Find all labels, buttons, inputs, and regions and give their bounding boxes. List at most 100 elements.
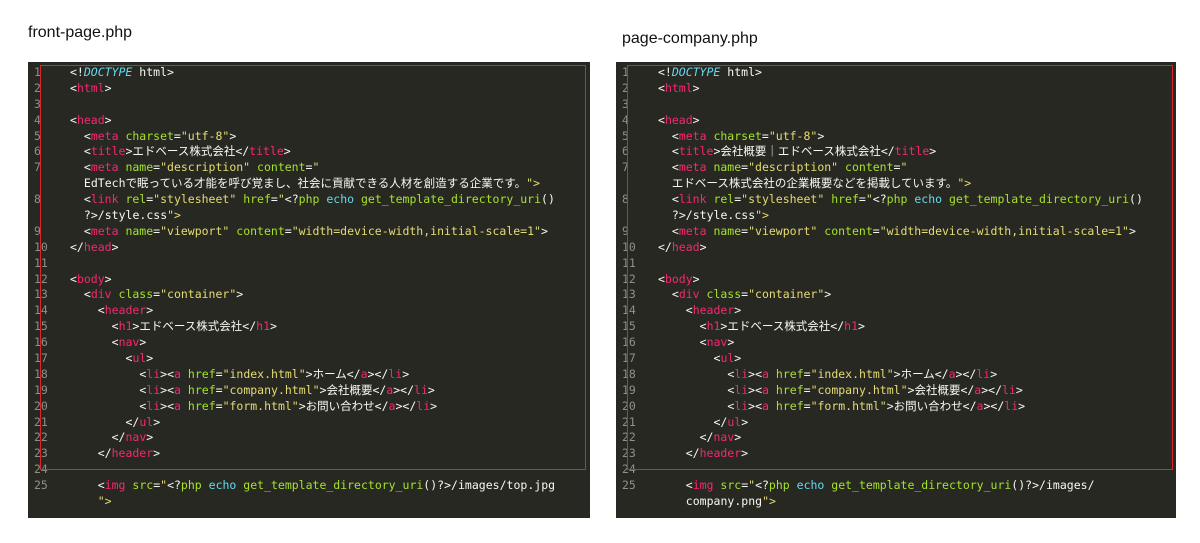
line-number: 21	[622, 414, 636, 429]
line-number: 12	[34, 271, 48, 286]
line-number: 16	[622, 335, 636, 350]
line-text	[62, 462, 590, 478]
line-text: エドベース株式会社の企業概要などを掲載しています。">	[671, 176, 972, 191]
line-number	[28, 176, 62, 192]
line-text: </head>	[70, 239, 119, 254]
line-number: 7	[34, 160, 41, 175]
code-line: 20 <li><a href="form.html">お問い合わせ</a></l…	[28, 399, 590, 415]
line-text: EdTechで眠っている才能を呼び覚まし、社会に貢献できる人材を創造する企業です…	[83, 176, 540, 191]
line-text: <meta name="description" content="	[671, 160, 908, 175]
line-number: 14	[34, 303, 48, 318]
line-text: <li><a href="form.html">お問い合わせ</a></li>	[139, 398, 438, 413]
line-text: <head>	[70, 112, 112, 127]
file-title-page-company: page-company.php	[622, 30, 758, 47]
code-line: 5 <meta charset="utf-8">	[616, 129, 1176, 145]
code-lines: 1 <!DOCTYPE html> 2 <html> 3 4 <head> 5 <meta c…	[616, 65, 1176, 510]
line-number: 15	[34, 319, 48, 334]
line-number: 24	[34, 462, 48, 477]
line-number: 1	[622, 65, 629, 79]
code-line: 23 </header>	[616, 446, 1176, 462]
line-text	[650, 256, 1176, 272]
code-line: 22 </nav>	[28, 430, 590, 446]
code-line: 6 <title>エドベース株式会社</title>	[28, 144, 590, 160]
line-number: 19	[622, 382, 636, 397]
line-number	[616, 494, 650, 510]
line-text	[650, 462, 1176, 478]
code-line: 19 <li><a href="company.html">会社概要</a></…	[616, 383, 1176, 399]
line-number	[28, 494, 62, 510]
line-number: 13	[622, 287, 636, 302]
line-text: <img src="<?php echo get_template_direct…	[97, 478, 556, 493]
file-title-front-page: front-page.php	[28, 24, 133, 41]
code-line: 9 <meta name="viewport" content="width=d…	[28, 224, 590, 240]
code-line: 15 <h1>エドベース株式会社</h1>	[616, 319, 1176, 335]
code-editor-front-page[interactable]: 1 <!DOCTYPE html> 2 <html> 3 4 <head> 5 <meta c…	[28, 62, 590, 518]
line-text: <h1>エドベース株式会社</h1>	[699, 319, 865, 334]
line-text: company.png">	[685, 494, 776, 509]
line-text: ?>/style.css">	[83, 208, 181, 223]
line-number: 23	[34, 446, 48, 461]
line-number: 1	[34, 65, 41, 79]
line-text: <li><a href="index.html">ホーム</a></li>	[139, 366, 410, 381]
line-text: <meta charset="utf-8">	[83, 128, 237, 143]
line-number: 18	[34, 366, 48, 381]
line-number: 5	[622, 128, 629, 143]
code-line: 23 </header>	[28, 446, 590, 462]
code-line: 25 <img src="<?php echo get_template_dir…	[616, 478, 1176, 494]
line-number: 14	[622, 303, 636, 318]
line-number: 10	[34, 239, 48, 254]
code-line: 4 <head>	[28, 113, 590, 129]
line-text: <img src="<?php echo get_template_direct…	[685, 478, 1095, 493]
code-line: 24	[616, 462, 1176, 478]
line-number: 23	[622, 446, 636, 461]
code-editor-page-company[interactable]: 1 <!DOCTYPE html> 2 <html> 3 4 <head> 5 <meta c…	[616, 62, 1176, 518]
line-number: 17	[34, 351, 48, 366]
line-number: 15	[622, 319, 636, 334]
code-line: 11	[616, 256, 1176, 272]
line-text: <meta name="viewport" content="width=dev…	[83, 223, 548, 238]
code-line: 12 <body>	[616, 272, 1176, 288]
line-number: 4	[34, 112, 41, 127]
line-number: 2	[34, 80, 41, 95]
code-line: 25 <img src="<?php echo get_template_dir…	[28, 478, 590, 494]
code-line: 14 <header>	[616, 303, 1176, 319]
line-text: <html>	[70, 80, 112, 95]
code-line: 10 </head>	[28, 240, 590, 256]
line-number: 10	[622, 239, 636, 254]
code-line: 17 <ul>	[616, 351, 1176, 367]
line-text: <nav>	[111, 335, 147, 350]
line-number: 11	[34, 255, 48, 270]
line-number: 18	[622, 366, 636, 381]
line-number: 20	[34, 398, 48, 413]
line-number	[616, 208, 650, 224]
line-text: <meta name="description" content="	[83, 160, 320, 175]
line-text: </head>	[658, 239, 707, 254]
line-text: <head>	[658, 112, 700, 127]
code-line: 16 <nav>	[616, 335, 1176, 351]
line-text: <header>	[97, 303, 154, 318]
line-text	[650, 97, 1176, 113]
line-text: <title>エドベース株式会社</title>	[83, 144, 291, 159]
line-text: <ul>	[125, 351, 154, 366]
line-text	[62, 97, 590, 113]
line-text: </nav>	[699, 430, 742, 445]
line-number: 21	[34, 414, 48, 429]
code-line: 11	[28, 256, 590, 272]
code-line: 18 <li><a href="index.html">ホーム</a></li>	[28, 367, 590, 383]
line-text: <!DOCTYPE html>	[658, 65, 762, 79]
line-text: <h1>エドベース株式会社</h1>	[111, 319, 277, 334]
line-text: <div class="container">	[83, 287, 244, 302]
line-number: 25	[622, 478, 636, 493]
code-line: エドベース株式会社の企業概要などを掲載しています。">	[616, 176, 1176, 192]
line-text: <link rel="stylesheet" href="<?php echo …	[671, 192, 1143, 207]
code-line: 2 <html>	[28, 81, 590, 97]
code-line: 1 <!DOCTYPE html>	[28, 65, 590, 81]
line-number: 3	[34, 96, 41, 111]
code-line: 10 </head>	[616, 240, 1176, 256]
code-line: 15 <h1>エドベース株式会社</h1>	[28, 319, 590, 335]
code-line: 8 <link rel="stylesheet" href="<?php ech…	[28, 192, 590, 208]
line-number: 3	[622, 96, 629, 111]
code-line: 14 <header>	[28, 303, 590, 319]
code-line: 18 <li><a href="index.html">ホーム</a></li>	[616, 367, 1176, 383]
code-line: 21 </ul>	[28, 415, 590, 431]
